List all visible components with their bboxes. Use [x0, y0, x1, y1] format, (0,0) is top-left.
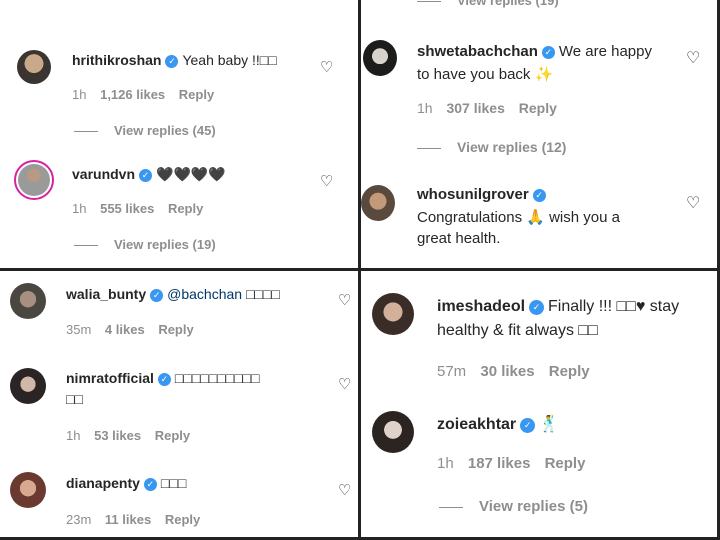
mention-link[interactable]: @bachchan — [167, 286, 242, 302]
avatar-nimratofficial[interactable] — [10, 368, 46, 404]
view-replies-button[interactable]: View replies (19) — [417, 0, 559, 8]
username-whosunilgrover[interactable]: whosunilgrover — [417, 186, 529, 203]
verified-badge-icon: ✓ — [520, 418, 536, 433]
view-replies-button[interactable]: View replies (5) — [439, 498, 588, 515]
divider — [74, 131, 98, 133]
heart-outline-icon[interactable]: ♡ — [338, 291, 351, 309]
comment-text-line2: □□ — [66, 391, 83, 407]
likes-count[interactable]: 11 likes — [105, 512, 151, 527]
heart-outline-icon[interactable]: ♡ — [338, 375, 351, 393]
username-walia_bunty[interactable]: walia_bunty — [66, 286, 146, 302]
comment-text: 🖤🖤🖤🖤 — [156, 166, 226, 182]
comment-text-line2: great health. — [417, 230, 501, 247]
comment-text: We are happy — [558, 43, 652, 60]
comments-panel-top-right: View replies (19) shwetabachchan ✓ We are … — [361, 0, 720, 268]
comment-time: 1h — [72, 201, 87, 216]
username-dianapenty[interactable]: dianapenty — [66, 475, 140, 491]
divider — [417, 147, 441, 149]
likes-count[interactable]: 30 likes — [480, 363, 534, 380]
verified-badge-icon: ✓ — [157, 373, 171, 386]
comment-text: Congratulations 🙏 wish you a — [417, 209, 620, 226]
comment-text-line2: to have you back ✨ — [417, 66, 554, 83]
likes-count[interactable]: 4 likes — [105, 322, 145, 337]
comment-text-line2: healthy & fit always □□ — [437, 322, 598, 339]
verified-badge-icon: ✓ — [532, 189, 546, 202]
comment-time: 23m — [66, 512, 92, 527]
verified-badge-icon: ✓ — [165, 55, 179, 68]
comment-text: Finally !!! □□♥ stay — [548, 298, 680, 315]
heart-outline-icon[interactable]: ♡ — [320, 58, 333, 76]
reply-button[interactable]: Reply — [165, 512, 200, 527]
avatar-varundvn[interactable] — [14, 160, 54, 200]
likes-count[interactable]: 187 likes — [468, 455, 531, 472]
comments-panel-top-left: hrithikroshan ✓ Yeah baby !!□□ ♡ 1h 1,126 … — [0, 0, 358, 268]
likes-count[interactable]: 1,126 likes — [100, 87, 165, 102]
username-nimratofficial[interactable]: nimratofficial — [66, 370, 154, 386]
comment-text: □□□□ — [245, 286, 280, 302]
divider — [74, 245, 98, 247]
reply-button[interactable]: Reply — [155, 428, 190, 443]
view-replies-button[interactable]: View replies (12) — [417, 139, 566, 155]
likes-count[interactable]: 53 likes — [94, 428, 141, 443]
comment-time: 1h — [72, 87, 87, 102]
view-replies-button[interactable]: View replies (45) — [74, 123, 216, 138]
reply-button[interactable]: Reply — [545, 455, 586, 472]
comment-time: 57m — [437, 363, 467, 380]
comment-text: 🕺 — [539, 416, 560, 433]
username-shwetabachchan[interactable]: shwetabachchan — [417, 43, 538, 60]
likes-count[interactable]: 555 likes — [100, 201, 154, 216]
reply-button[interactable]: Reply — [549, 363, 590, 380]
reply-button[interactable]: Reply — [179, 87, 214, 102]
comment-time: 35m — [66, 322, 92, 337]
verified-badge-icon: ✓ — [139, 169, 153, 182]
reply-button[interactable]: Reply — [168, 201, 203, 216]
comments-panel-bottom-left: walia_bunty ✓ @bachchan □□□□ ♡ 35m 4 likes… — [0, 271, 358, 540]
avatar-shwetabachchan[interactable] — [363, 40, 397, 76]
comment-text: □□□□□□□□□□ — [174, 370, 260, 386]
avatar-hrithikroshan[interactable] — [17, 50, 51, 84]
verified-badge-icon: ✓ — [143, 478, 157, 491]
username-imeshadeol[interactable]: imeshadeol — [437, 298, 525, 315]
avatar-walia_bunty[interactable] — [10, 283, 46, 319]
reply-button[interactable]: Reply — [158, 322, 193, 337]
reply-button[interactable]: Reply — [519, 100, 557, 116]
heart-outline-icon[interactable]: ♡ — [320, 172, 333, 190]
username-hrithikroshan[interactable]: hrithikroshan — [72, 52, 161, 68]
view-replies-button[interactable]: View replies (19) — [74, 237, 216, 252]
comment-text: Yeah baby !!□□ — [182, 52, 277, 68]
divider — [439, 506, 463, 508]
avatar-dianapenty[interactable] — [10, 472, 46, 508]
avatar-imeshadeol[interactable] — [372, 293, 414, 335]
comment-text: □□□ — [160, 475, 187, 491]
comments-panel-bottom-right: imeshadeol ✓ Finally !!! □□♥ stay healthy … — [361, 271, 720, 540]
comment-time: 1h — [66, 428, 81, 443]
avatar-zoieakhtar[interactable] — [372, 411, 414, 453]
comment-time: 1h — [417, 100, 433, 116]
username-zoieakhtar[interactable]: zoieakhtar — [437, 416, 516, 433]
divider — [417, 1, 441, 3]
username-varundvn[interactable]: varundvn — [72, 166, 135, 182]
heart-outline-icon[interactable]: ♡ — [686, 48, 700, 68]
heart-outline-icon[interactable]: ♡ — [686, 193, 700, 213]
avatar-whosunilgrover[interactable] — [361, 185, 395, 221]
collage-divider-horizontal-left — [0, 268, 358, 271]
verified-badge-icon: ✓ — [529, 300, 545, 315]
likes-count[interactable]: 307 likes — [446, 100, 504, 116]
collage-divider-horizontal-right — [361, 268, 720, 271]
heart-outline-icon[interactable]: ♡ — [338, 481, 351, 499]
comment-time: 1h — [437, 455, 454, 472]
verified-badge-icon: ✓ — [541, 46, 555, 59]
verified-badge-icon: ✓ — [150, 289, 164, 302]
